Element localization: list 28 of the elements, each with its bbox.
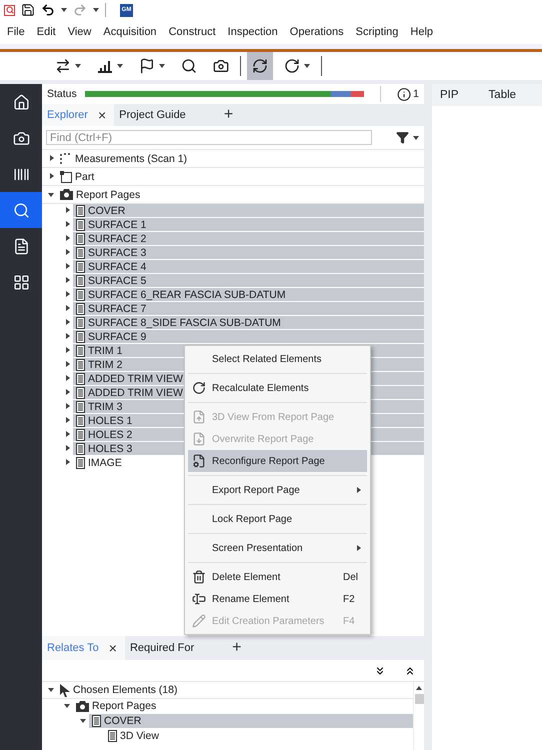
tree-label: ADDED TRIM VIEW (88, 372, 183, 384)
tree-label: SURFACE 5 (88, 274, 146, 286)
tree-label: SURFACE 8_SIDE FASCIA SUB-DATUM (88, 316, 281, 328)
tree-label: 3D View (120, 730, 159, 742)
tree-label: TRIM 2 (88, 358, 122, 370)
tree-label: SURFACE 4 (88, 260, 146, 272)
tree-label: SURFACE 6_REAR FASCIA SUB-DATUM (88, 288, 286, 300)
tree-label: SURFACE 9 (88, 330, 146, 342)
tree-label: Report Pages (76, 188, 140, 200)
tree-label: IMAGE (88, 456, 122, 468)
tree-label: TRIM 1 (88, 344, 122, 356)
tree-label: Part (75, 170, 94, 182)
tree-label: SURFACE 7 (88, 302, 146, 314)
tree-label: ADDED TRIM VIEW (88, 386, 183, 398)
tree-label: Report Pages (92, 700, 156, 712)
tree-label: TRIM 3 (88, 400, 122, 412)
tree-label: COVER (104, 715, 142, 727)
info-count: 1 (413, 88, 419, 100)
tree-label: HOLES 2 (88, 428, 132, 440)
tree-label: Chosen Elements (18) (73, 684, 178, 696)
tree-label: SURFACE 2 (88, 232, 146, 244)
tree-label: Measurements (Scan 1) (75, 152, 188, 164)
tree-label: HOLES 3 (88, 442, 132, 454)
tree-label: SURFACE 1 (88, 218, 146, 230)
tree-label: HOLES 1 (88, 414, 132, 426)
status-label: Status (47, 88, 77, 100)
tree-label: COVER (88, 204, 126, 216)
tree-label: SURFACE 3 (88, 246, 146, 258)
